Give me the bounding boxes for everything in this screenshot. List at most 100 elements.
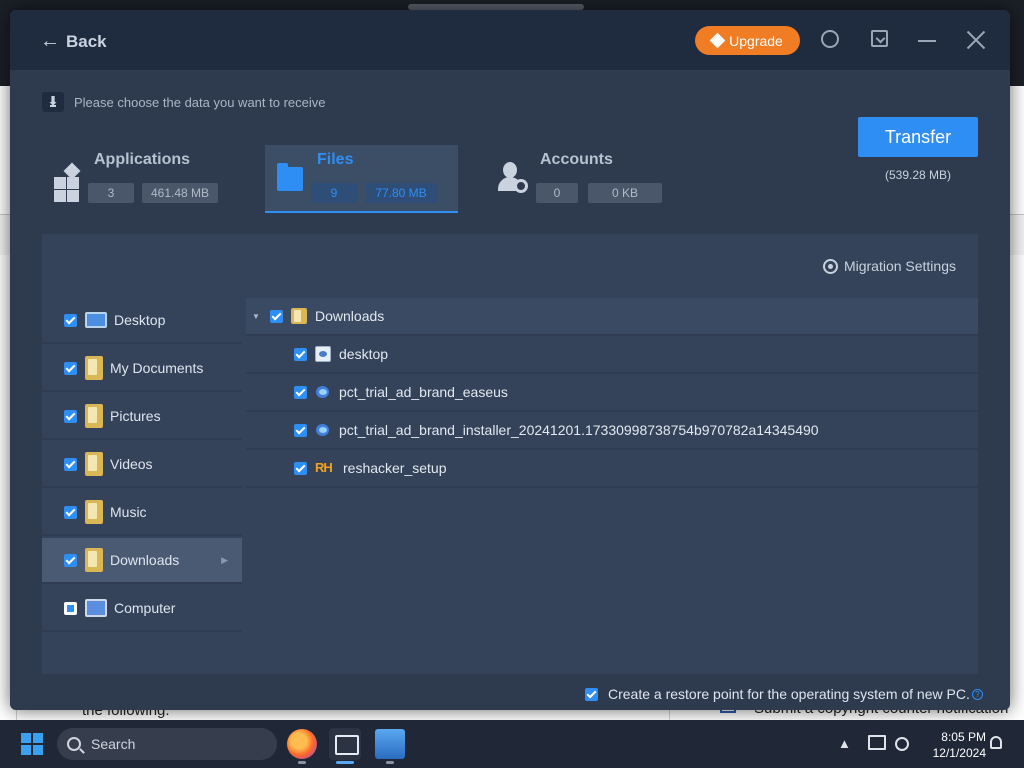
- transfer-size: (539.28 MB): [884, 168, 952, 182]
- choose-data-prompt: Please choose the data you want to recei…: [74, 95, 326, 110]
- title-bar: ← Back Upgrade: [10, 10, 1010, 70]
- back-label: Back: [66, 31, 107, 51]
- sidebar-item-label: Desktop: [114, 312, 166, 328]
- checkbox-partial[interactable]: [64, 601, 77, 615]
- apps-icon: [52, 162, 82, 202]
- download-icon[interactable]: [871, 30, 888, 47]
- tree-item[interactable]: desktop: [246, 336, 978, 374]
- sidebar-item-label: Downloads: [110, 552, 180, 568]
- clock-time: 8:05 PM: [941, 730, 986, 744]
- network-icon[interactable]: [868, 735, 886, 750]
- tab-applications-title: Applications: [94, 151, 191, 168]
- upgrade-button[interactable]: Upgrade: [695, 26, 800, 55]
- back-arrow-icon: ←: [40, 30, 60, 52]
- checkbox[interactable]: [294, 385, 307, 399]
- sidebar-item-label: My Documents: [110, 360, 204, 376]
- applications-count: 3: [88, 183, 134, 203]
- taskbar-search[interactable]: Search: [57, 728, 277, 760]
- app-running-indicator: [386, 761, 394, 764]
- checkbox[interactable]: [294, 461, 307, 475]
- checkbox[interactable]: [294, 347, 307, 361]
- resource-hacker-icon: RH: [315, 460, 333, 475]
- close-button[interactable]: [966, 30, 986, 50]
- checkbox[interactable]: [64, 553, 77, 567]
- upgrade-label: Upgrade: [729, 32, 783, 49]
- sidebar-item-pictures[interactable]: Pictures: [42, 394, 242, 440]
- notification-bell-icon[interactable]: [990, 736, 1002, 749]
- checkbox[interactable]: [270, 309, 283, 323]
- documents-folder-icon: [85, 356, 103, 380]
- app-window: ← Back Upgrade ⬇ Please choose the data …: [10, 10, 1010, 710]
- app-active-indicator: [336, 761, 354, 764]
- checkbox[interactable]: [64, 361, 77, 375]
- location-sidebar: Desktop My Documents Pictures Videos Mus: [42, 298, 242, 674]
- tree-item-label: pct_trial_ad_brand_easeus: [339, 384, 508, 400]
- tree-item[interactable]: pct_trial_ad_brand_installer_20241201.17…: [246, 412, 978, 450]
- search-icon: [67, 737, 81, 751]
- folder-icon: [277, 163, 303, 191]
- applications-size: 461.48 MB: [142, 183, 218, 203]
- checkbox[interactable]: [294, 423, 307, 437]
- migration-settings-button[interactable]: Migration Settings: [822, 258, 956, 274]
- exe-icon: [315, 384, 331, 400]
- tab-accounts-title: Accounts: [540, 151, 613, 168]
- help-icon[interactable]: ?: [971, 688, 983, 700]
- sidebar-item-music[interactable]: Music: [42, 490, 242, 536]
- diamond-icon: [709, 32, 726, 49]
- accounts-count: 0: [536, 183, 578, 203]
- restore-point-checkbox[interactable]: [585, 687, 598, 701]
- windows-start-icon[interactable]: [21, 733, 43, 755]
- desktop-icon: [85, 312, 107, 328]
- pictures-folder-icon: [85, 404, 103, 428]
- restore-point-label: Create a restore point for the operating…: [608, 686, 970, 702]
- taskbar-clock[interactable]: 8:05 PM 12/1/2024: [920, 729, 986, 761]
- checkbox[interactable]: [64, 457, 77, 471]
- sidebar-item-computer[interactable]: Computer: [42, 586, 242, 632]
- tree-root-downloads[interactable]: ▼ Downloads: [246, 298, 978, 336]
- tab-accounts[interactable]: Accounts 0 0 KB: [496, 145, 676, 213]
- chevron-up-icon[interactable]: ▲: [838, 736, 851, 751]
- music-folder-icon: [85, 500, 103, 524]
- settings-icon: [822, 258, 838, 274]
- videos-folder-icon: [85, 452, 103, 476]
- downloads-folder-icon: [85, 548, 103, 572]
- user-settings-icon: [496, 162, 530, 196]
- tab-applications[interactable]: Applications 3 461.48 MB: [52, 145, 242, 213]
- app-running-indicator: [298, 761, 306, 764]
- easeus-todo-pctrans-icon[interactable]: [329, 728, 361, 760]
- sidebar-item-desktop[interactable]: Desktop: [42, 298, 242, 344]
- sidebar-item-label: Computer: [114, 600, 176, 616]
- tree-item[interactable]: pct_trial_ad_brand_easeus: [246, 374, 978, 412]
- sidebar-item-my-documents[interactable]: My Documents: [42, 346, 242, 392]
- tree-item-label: Downloads: [315, 308, 385, 324]
- tab-files[interactable]: Files 9 77.80 MB: [265, 145, 458, 213]
- download-arrow-icon: ⬇: [42, 92, 64, 112]
- restore-point-option[interactable]: Create a restore point for the operating…: [585, 686, 983, 702]
- computer-icon: [85, 599, 107, 617]
- volume-icon[interactable]: [895, 737, 909, 751]
- tree-item[interactable]: RH reshacker_setup: [246, 450, 978, 488]
- sidebar-item-downloads[interactable]: Downloads ▶: [42, 538, 242, 584]
- tree-item-label: pct_trial_ad_brand_installer_20241201.17…: [339, 422, 819, 438]
- sidebar-item-label: Pictures: [110, 408, 161, 424]
- clock-date: 12/1/2024: [932, 746, 986, 760]
- files-size: 77.80 MB: [365, 183, 437, 203]
- transfer-button[interactable]: Transfer: [858, 117, 978, 157]
- sidebar-item-label: Videos: [110, 456, 153, 472]
- checkbox[interactable]: [64, 409, 77, 423]
- expand-triangle-icon[interactable]: ▼: [252, 312, 260, 321]
- tree-item-label: desktop: [339, 346, 389, 362]
- photos-app-icon[interactable]: [375, 729, 405, 759]
- back-button[interactable]: ← Back: [40, 30, 107, 53]
- folder-icon: [291, 308, 307, 324]
- checkbox[interactable]: [64, 505, 77, 519]
- sidebar-item-videos[interactable]: Videos: [42, 442, 242, 488]
- chevron-right-icon: ▶: [221, 554, 228, 565]
- minimize-button[interactable]: [918, 40, 936, 42]
- checkbox[interactable]: [64, 313, 77, 327]
- support-headset-icon[interactable]: [821, 30, 839, 48]
- firefox-icon[interactable]: [287, 729, 317, 759]
- selection-panel: Migration Settings Desktop My Documents …: [42, 234, 978, 674]
- tab-files-title: Files: [317, 151, 354, 168]
- files-count: 9: [311, 183, 357, 203]
